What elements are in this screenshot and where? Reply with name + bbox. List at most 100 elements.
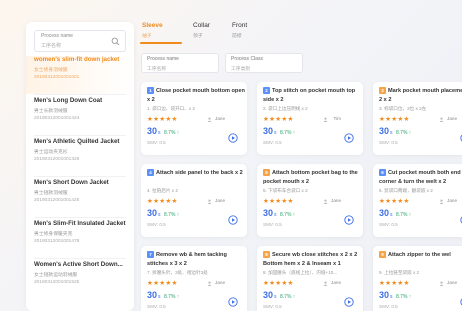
tab-label: Front: [232, 22, 248, 29]
style-item-4[interactable]: Men's Slim-Fit Insulated Jacket 男士修身保暖夹克…: [26, 220, 134, 258]
time-unit: s: [390, 294, 393, 300]
process-subtitle: 7. 拆腰头针，3处、褶边针3处: [147, 270, 208, 275]
change-percent: 8.7% ↑: [164, 294, 180, 300]
smv-value: SMV: 0.5: [379, 304, 398, 309]
tab-sleeve[interactable]: Sleeve 袖子: [142, 22, 163, 39]
process-title-text: Cut pocket mouth both end corner & turn …: [379, 170, 461, 185]
change-percent: 8.7% ↑: [396, 130, 412, 136]
tab-label: Sleeve: [142, 22, 163, 29]
time-number: 30: [263, 126, 274, 136]
style-code: 20190312001001326: [34, 157, 80, 162]
tab-sub: 前襟: [232, 34, 242, 39]
operator-name: Jane: [215, 280, 225, 285]
user-icon: [207, 199, 212, 204]
play-icon[interactable]: [228, 215, 238, 225]
rating-stars: ★★★★★: [147, 280, 178, 287]
time-unit: s: [158, 130, 161, 136]
style-code: 20190312001001525: [34, 280, 80, 285]
style-item-5[interactable]: Women's Active Short Down... 女士短款运动羽绒服 2…: [26, 261, 134, 299]
filter-label: Process Class: [231, 56, 263, 62]
play-icon[interactable]: [344, 215, 354, 225]
process-number: 6: [379, 169, 386, 176]
smv-value: SMV: 0.5: [379, 140, 398, 145]
search-icon[interactable]: [111, 37, 120, 46]
style-title: women's slim-fit down jacket: [34, 56, 120, 63]
time-unit: s: [390, 212, 393, 218]
style-item-2[interactable]: Men's Athletic Quilted Jacket 男士运动夹克衫 20…: [26, 138, 134, 176]
time-unit: s: [274, 130, 277, 136]
process-card[interactable]: 3Mark pocket mouth placements x 2 x 2 3.…: [373, 82, 462, 155]
process-title-text: Attach zipper to the wel: [388, 252, 451, 258]
operator-name: Jane: [215, 198, 225, 203]
user-icon: [207, 281, 212, 286]
tab-sub: 领子: [193, 34, 203, 39]
play-icon[interactable]: [228, 297, 238, 307]
operator-name: Jane: [447, 280, 457, 285]
rating-stars: ★★★★★: [379, 280, 410, 287]
style-code: 20190312001001478: [34, 239, 80, 244]
play-icon[interactable]: [344, 133, 354, 143]
divider: [34, 135, 126, 136]
style-title: Men's Long Down Coat: [34, 97, 103, 104]
divider: [34, 94, 126, 95]
process-title-text: Attach side panel to the back x 2: [156, 170, 243, 176]
time-value: 30s: [263, 208, 277, 218]
operator-name: Jane: [447, 198, 457, 203]
process-card[interactable]: 1 Close pocket mouth bottom open x 2 1. 袋…: [141, 82, 247, 155]
style-title: Men's Short Down Jacket: [34, 179, 109, 186]
smv-value: SMV: 0.5: [147, 140, 166, 145]
process-title: 4 Attach side panel to the back x 2: [147, 169, 245, 178]
style-code: 20190312001001424: [34, 116, 80, 121]
tab-front[interactable]: Front 前襟: [232, 22, 247, 39]
filter-placeholder[interactable]: 工序名称: [147, 65, 166, 72]
time-value: 30s: [263, 290, 277, 300]
process-card[interactable]: 6 Cut pocket mouth both end corner & turn…: [373, 164, 462, 237]
play-icon[interactable]: [344, 297, 354, 307]
time-value: 30s: [379, 290, 393, 300]
style-title: Men's Slim-Fit Insulated Jacket: [34, 220, 126, 227]
time-value: 30s: [147, 126, 161, 136]
user-icon: [439, 117, 444, 122]
process-title: 9 Attach zipper to the wel: [379, 251, 462, 260]
process-title-text: Remove wb & hem tacking stitches x 3 x 2: [147, 252, 227, 267]
style-item-3[interactable]: Men's Short Down Jacket 男士短款羽绒服 20190312…: [26, 179, 134, 217]
divider: [34, 176, 126, 177]
time-value: 30s: [147, 290, 161, 300]
time-unit: s: [390, 130, 393, 136]
change-percent: 8.7% ↑: [280, 212, 296, 218]
process-title-text: Attach bottom pocket bag to the pocket m…: [263, 170, 358, 185]
process-number: 5: [263, 169, 270, 176]
process-number: 9: [379, 251, 386, 258]
style-subtitle: 女士修身羽绒服: [34, 68, 68, 73]
process-card[interactable]: 2 Top stitch on pocket mouth top side x 2…: [257, 82, 363, 155]
style-code: 20190312001001425: [34, 198, 80, 203]
style-item-0[interactable]: women's slim-fit down jacket 女士修身羽绒服 201…: [26, 56, 134, 94]
style-subtitle: 男士短款羽绒服: [34, 191, 68, 196]
process-card[interactable]: 7 Remove wb & hem tacking stitches x 3 x …: [141, 246, 247, 311]
process-card[interactable]: 4 Attach side panel to the back x 2 4. 拉链…: [141, 164, 247, 237]
tab-collar[interactable]: Collar 领子: [193, 22, 210, 39]
process-card[interactable]: 8 Secure wb close stitches x 2 x 2 Bottom…: [257, 246, 363, 311]
time-number: 30: [379, 208, 390, 218]
rating-stars: ★★★★★: [147, 198, 178, 205]
process-title-text: Close pocket mouth bottom open x 2: [147, 88, 245, 103]
change-percent: 8.7% ↑: [280, 130, 296, 136]
style-item-1[interactable]: Men's Long Down Coat 男士长款羽绒服 20190312001…: [26, 97, 134, 135]
process-subtitle: 3. 标袋口位，2位 x 2左: [379, 106, 427, 111]
process-card[interactable]: 9 Attach zipper to the wel 9. 上拉链至袋嵌 x 2 …: [373, 246, 462, 311]
play-icon[interactable]: [228, 133, 238, 143]
time-number: 30: [147, 290, 158, 300]
filter-placeholder[interactable]: 工序类别: [231, 65, 250, 72]
smv-value: SMV: 0.5: [379, 222, 398, 227]
search-label: Process name: [41, 33, 73, 39]
search-placeholder[interactable]: 工序名称: [41, 42, 61, 49]
process-name-search[interactable]: Process name 工序名称: [34, 30, 126, 52]
process-class-filter[interactable]: Process Class 工序类别: [225, 53, 303, 73]
time-unit: s: [274, 212, 277, 218]
process-name-filter[interactable]: Process name 工序名称: [141, 53, 219, 73]
time-number: 30: [263, 290, 274, 300]
process-card[interactable]: 5 Attach bottom pocket bag to the pocket …: [257, 164, 363, 237]
user-icon: [439, 199, 444, 204]
process-title-text: Secure wb close stitches x 2 x 2 Bottom …: [263, 252, 358, 267]
process-number: 8: [263, 251, 270, 258]
